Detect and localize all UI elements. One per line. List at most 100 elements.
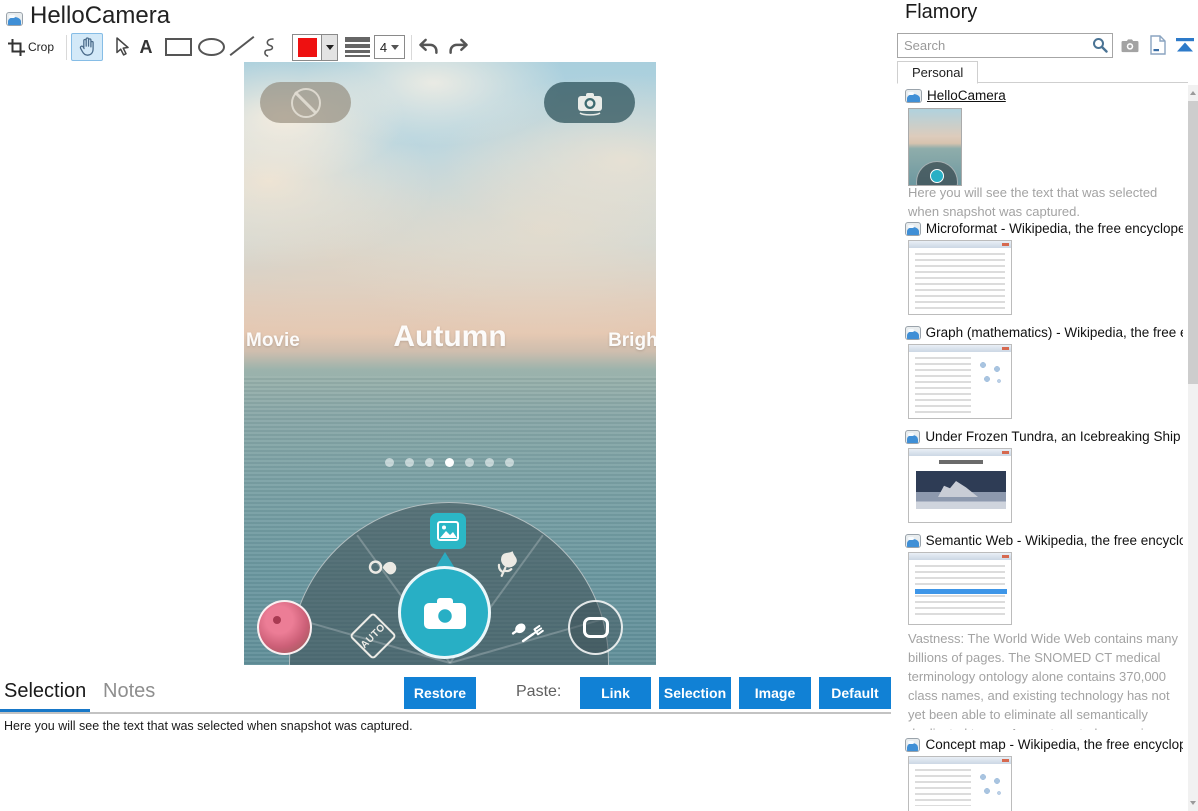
macro-mode-icon xyxy=(485,542,530,587)
restore-button[interactable]: Restore xyxy=(404,677,476,709)
chevron-down-icon xyxy=(325,45,334,50)
frame-icon xyxy=(582,617,609,638)
flamory-sidebar: Flamory Personal HelloCamera xyxy=(895,0,1198,811)
scrollbar-thumb[interactable] xyxy=(1188,101,1198,384)
item-thumbnail[interactable] xyxy=(908,240,1012,315)
redo-icon xyxy=(448,38,468,54)
rectangle-tool[interactable] xyxy=(165,38,192,56)
text-tool-button[interactable]: A xyxy=(132,33,160,61)
paste-link-button[interactable]: Link xyxy=(580,677,651,709)
capture-snapshot-button[interactable] xyxy=(1119,34,1141,56)
crop-label[interactable]: Crop xyxy=(28,40,54,54)
collapse-icon xyxy=(1176,38,1194,52)
filter-pager-dots xyxy=(244,458,654,467)
text-tool-icon: A xyxy=(139,36,153,57)
collapse-sidebar-button[interactable] xyxy=(1174,34,1196,56)
page-title: HelloCamera xyxy=(30,2,171,29)
selection-text: Here you will see the text that was sele… xyxy=(4,719,413,733)
no-flash-icon xyxy=(290,87,321,118)
freehand-tool[interactable] xyxy=(258,36,278,65)
paste-selection-button[interactable]: Selection xyxy=(659,677,731,709)
hand-tool-button[interactable] xyxy=(71,33,103,61)
flamory-item-icon xyxy=(905,325,921,340)
list-item: Microformat - Wikipedia, the free encycl… xyxy=(897,221,1183,321)
list-item: HelloCamera Here you will see the text t… xyxy=(897,88,1183,219)
cursor-icon xyxy=(116,37,129,56)
line-tool[interactable] xyxy=(229,35,255,57)
flash-off-button xyxy=(260,82,351,123)
document-icon xyxy=(1150,35,1166,55)
editor-header: HelloCamera xyxy=(0,0,894,32)
editor-toolbar: Crop A 4 xyxy=(0,32,894,62)
flamory-item-icon xyxy=(905,429,921,444)
tab-personal[interactable]: Personal xyxy=(897,61,979,84)
snapshot-canvas[interactable]: Movie Autumn Bright xyxy=(244,62,656,665)
item-title-link[interactable]: Concept map - Wikipedia, the free encycl… xyxy=(925,737,1183,752)
scroll-down-button[interactable] xyxy=(1188,795,1198,811)
item-title-link[interactable]: Graph (mathematics) - Wikipedia, the fre… xyxy=(926,325,1183,340)
camera-icon xyxy=(423,597,466,629)
item-thumbnail[interactable] xyxy=(908,756,1012,811)
undo-button[interactable] xyxy=(414,33,442,61)
filter-bright-label: Bright xyxy=(608,330,656,351)
bottom-panel: Selection Notes Restore Paste: Link Sele… xyxy=(0,670,891,811)
list-item: Concept map - Wikipedia, the free encycl… xyxy=(897,737,1183,811)
panel-divider xyxy=(0,712,891,714)
scroll-up-button[interactable] xyxy=(1188,85,1198,101)
line-width-dropdown[interactable]: 4 xyxy=(374,35,405,59)
undo-icon xyxy=(418,38,438,54)
ellipse-tool[interactable] xyxy=(198,38,225,56)
switch-camera-button xyxy=(544,82,635,123)
search-input[interactable] xyxy=(897,33,1113,58)
item-title-link[interactable]: Semantic Web - Wikipedia, the free encyc… xyxy=(926,533,1183,548)
item-thumbnail[interactable] xyxy=(908,108,962,186)
auto-mode-button: AUTO xyxy=(348,611,398,661)
snapshot-app-icon xyxy=(6,12,23,26)
sidebar-tabstrip: Personal xyxy=(897,60,1188,84)
food-mode-icon xyxy=(505,608,552,655)
paste-label: Paste: xyxy=(516,683,562,700)
item-title-link[interactable]: HelloCamera xyxy=(927,88,1006,103)
list-item: Under Frozen Tundra, an Icebreaking Ship… xyxy=(897,429,1183,529)
frame-mode-button xyxy=(568,600,623,655)
camera-icon xyxy=(577,92,602,116)
hand-icon xyxy=(79,37,94,56)
color-swatch-box xyxy=(293,35,322,60)
gallery-thumbnail xyxy=(257,600,312,655)
item-title-link[interactable]: Microformat - Wikipedia, the free encycl… xyxy=(926,221,1183,236)
flamory-item-icon xyxy=(905,88,922,103)
toolbar-separator xyxy=(411,35,412,60)
color-picker[interactable] xyxy=(292,34,338,61)
paste-image-button[interactable]: Image xyxy=(739,677,811,709)
flamory-item-icon xyxy=(905,221,921,236)
crop-icon[interactable] xyxy=(8,39,25,61)
tab-notes[interactable]: Notes xyxy=(103,680,155,703)
item-thumbnail[interactable] xyxy=(908,552,1012,625)
line-width-icon xyxy=(345,37,370,59)
snapshot-list: HelloCamera Here you will see the text t… xyxy=(897,85,1183,811)
filter-active-label: Autumn xyxy=(393,320,507,353)
flamory-item-icon xyxy=(905,737,921,752)
item-title-link[interactable]: Under Frozen Tundra, an Icebreaking Ship… xyxy=(925,429,1183,444)
list-item: Semantic Web - Wikipedia, the free encyc… xyxy=(897,533,1183,733)
app-window: HelloCamera Crop A 4 Movie Autumn Brigh … xyxy=(0,0,1198,811)
paste-default-button[interactable]: Default xyxy=(819,677,891,709)
list-item: Graph (mathematics) - Wikipedia, the fre… xyxy=(897,325,1183,425)
item-snippet: Vastness: The World Wide Web contains ma… xyxy=(908,631,1178,730)
color-dropdown-button[interactable] xyxy=(322,35,337,60)
search-icon[interactable] xyxy=(1092,37,1108,58)
editor-panel: HelloCamera Crop A 4 Movie Autumn Brigh … xyxy=(0,0,894,811)
tab-selection[interactable]: Selection xyxy=(4,680,86,703)
new-note-button[interactable] xyxy=(1147,34,1169,56)
item-thumbnail[interactable] xyxy=(908,344,1012,419)
redo-button[interactable] xyxy=(444,33,472,61)
chevron-down-icon xyxy=(1190,801,1196,805)
toolbar-separator xyxy=(66,35,67,60)
current-color-swatch xyxy=(297,38,317,57)
camera-icon xyxy=(1121,38,1139,52)
item-thumbnail[interactable] xyxy=(908,448,1012,523)
search-box xyxy=(897,33,1113,58)
flamory-item-icon xyxy=(905,533,921,548)
chevron-up-icon xyxy=(1190,91,1196,95)
line-width-value: 4 xyxy=(379,39,388,55)
